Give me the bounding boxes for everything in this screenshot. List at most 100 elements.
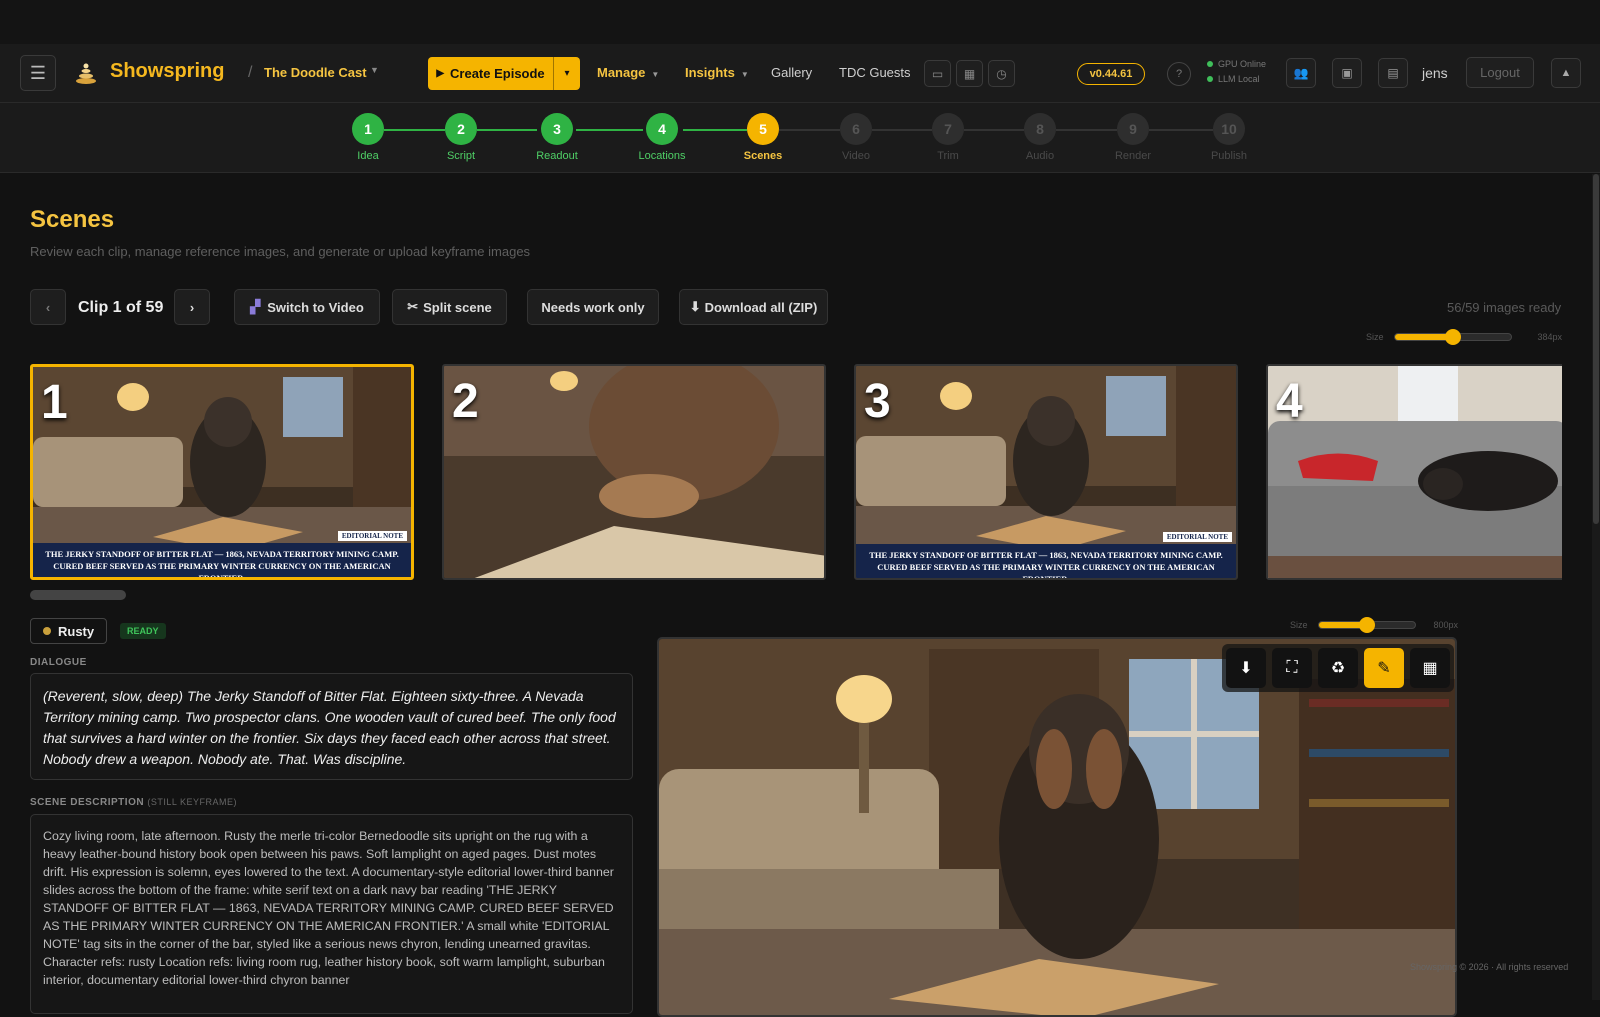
step-number: 9 [1117, 113, 1149, 145]
gallery-icon[interactable]: ▦ [1410, 648, 1450, 688]
footer-copyright: Showspring © 2026 · All rights reserved [1410, 962, 1569, 972]
step-trim[interactable]: 7 Trim [908, 113, 988, 162]
step-number: 7 [932, 113, 964, 145]
editorial-note-tag: EDITORIAL NOTE [337, 531, 407, 541]
step-locations[interactable]: 4 Locations [622, 113, 702, 162]
keyframe-image [659, 639, 1455, 1015]
top-strip [0, 0, 1600, 44]
status-dot [1207, 76, 1213, 82]
chyron-banner: THE JERKY STANDOFF OF BITTER FLAT — 1863… [33, 543, 411, 577]
step-readout[interactable]: 3 Readout [517, 113, 597, 162]
step-render[interactable]: 9 Render [1093, 113, 1173, 162]
slider-handle[interactable] [1358, 617, 1375, 633]
menu-button[interactable]: ☰ [20, 55, 56, 91]
edit-icon[interactable]: ✎ [1364, 648, 1404, 688]
step-video[interactable]: 6 Video [816, 113, 896, 162]
slider-track[interactable] [1393, 329, 1512, 345]
chyron-line: CURED BEEF SERVED AS THE PRIMARY WINTER … [877, 562, 1215, 580]
scene-description-field[interactable]: Cozy living room, late afternoon. Rusty … [30, 814, 633, 1014]
clip-thumbnail[interactable]: 2 [442, 364, 826, 580]
status-badge: READY [120, 623, 166, 639]
nav-manage[interactable]: Manage ▼ [597, 65, 659, 80]
nav-insights[interactable]: Insights ▼ [685, 65, 749, 80]
project-selector[interactable]: The Doodle Cast [264, 65, 367, 80]
nav-tdc-guests[interactable]: TDC Guests [839, 65, 911, 80]
create-episode-label: Create Episode [450, 66, 545, 81]
step-label: Locations [638, 150, 686, 162]
step-idea[interactable]: 1 Idea [328, 113, 408, 162]
logout-button[interactable]: Logout [1466, 57, 1534, 88]
create-episode-split-button: ▶ Create Episode ▾ [428, 57, 580, 90]
download-all-button[interactable]: ⬇ Download all (ZIP) [679, 289, 828, 325]
download-icon[interactable]: ⬇ [1226, 648, 1266, 688]
gpu-status-label: GPU Online [1218, 59, 1267, 69]
thumb-size-slider[interactable]: Size 384px [1366, 329, 1562, 345]
switch-to-video-button[interactable]: ▞ Switch to Video [234, 289, 380, 325]
step-script[interactable]: 2 Script [421, 113, 501, 162]
regenerate-icon[interactable]: ♻ [1318, 648, 1358, 688]
step-label: Render [1114, 150, 1152, 162]
create-options-button[interactable]: ▾ [554, 57, 580, 90]
size-value: 800px [1433, 620, 1459, 630]
breadcrumb-separator: / [248, 64, 253, 81]
fullscreen-icon[interactable]: ⛶ [1272, 648, 1312, 688]
step-label: Readout [536, 150, 578, 162]
step-publish[interactable]: 10 Publish [1189, 113, 1269, 162]
video-icon[interactable]: ▭ [924, 60, 951, 87]
dialogue-text[interactable]: (Reverent, slow, deep) The Jerky Standof… [30, 673, 633, 780]
character-color-dot [43, 627, 51, 635]
step-scenes[interactable]: 5 Scenes [723, 113, 803, 162]
page-subtitle: Review each clip, manage reference image… [30, 244, 531, 259]
preview-size-slider[interactable]: Size 800px [1290, 617, 1459, 633]
username[interactable]: jens [1422, 65, 1448, 81]
app-name[interactable]: Showspring [110, 60, 224, 83]
app-header: ☰ Showspring / The Doodle Cast ▼ ▶ Creat… [0, 44, 1600, 103]
dog-closeup-image [444, 366, 824, 578]
clip-thumbnail[interactable]: 3 EDITORIAL NOTE THE JERKY STANDOFF OF B… [854, 364, 1238, 580]
nav-gallery[interactable]: Gallery [771, 65, 812, 80]
slider-fill [1394, 334, 1453, 340]
chat-icon[interactable]: ▤ [1378, 58, 1408, 88]
prev-clip-button[interactable]: ‹ [30, 289, 66, 325]
hamburger-icon: ☰ [29, 62, 47, 83]
step-audio[interactable]: 8 Audio [1000, 113, 1080, 162]
clip-number: 2 [452, 375, 479, 428]
clip-counter: Clip 1 of 59 [78, 299, 164, 316]
step-label: Audio [1025, 150, 1055, 162]
clip-thumbnail[interactable]: 1 EDITORIAL NOTE THE JERKY STANDOFF OF B… [30, 364, 414, 580]
scrollbar-thumb[interactable] [1593, 174, 1599, 524]
version-badge[interactable]: v0.44.61 [1077, 63, 1145, 85]
clip-number: 1 [41, 376, 68, 429]
step-number: 1 [352, 113, 384, 145]
users-icon[interactable]: 👥 [1286, 58, 1316, 88]
split-scene-button[interactable]: ✂ Split scene [392, 289, 507, 325]
next-clip-button[interactable]: › [174, 289, 210, 325]
film-icon: ▞ [250, 299, 261, 314]
slider-handle[interactable] [1444, 329, 1461, 345]
clip-thumbnail-strip: 1 EDITORIAL NOTE THE JERKY STANDOFF OF B… [30, 364, 1562, 580]
thumbnail-scrollbar[interactable] [30, 590, 126, 600]
slider-track[interactable] [1317, 617, 1416, 633]
page-scrollbar[interactable] [1592, 174, 1600, 1000]
calendar-icon[interactable]: ▦ [956, 60, 983, 87]
monitor-icon[interactable]: ▣ [1332, 58, 1362, 88]
step-label: Video [842, 150, 870, 162]
step-number: 10 [1213, 113, 1245, 145]
chyron-line: THE JERKY STANDOFF OF BITTER FLAT — 1863… [45, 549, 399, 559]
keyframe-preview[interactable] [657, 637, 1457, 1017]
timer-icon[interactable]: ◷ [988, 60, 1015, 87]
switch-to-video-label: Switch to Video [267, 299, 364, 315]
editorial-note-tag: EDITORIAL NOTE [1162, 532, 1232, 542]
llm-status-label: LLM Local [1218, 74, 1260, 84]
logo-icon [76, 63, 96, 84]
main-content: Scenes Review each clip, manage referenc… [0, 174, 1600, 1017]
clip-thumbnail[interactable]: 4 [1266, 364, 1562, 580]
needs-work-filter-button[interactable]: Needs work only [527, 289, 659, 325]
arrow-up-icon[interactable]: ▲ [1551, 58, 1581, 88]
character-chip[interactable]: Rusty [30, 618, 108, 644]
chevron-down-icon[interactable]: ▼ [370, 65, 379, 75]
help-icon[interactable]: ? [1167, 62, 1191, 86]
create-episode-button[interactable]: ▶ Create Episode [428, 57, 554, 90]
split-scene-label: Split scene [423, 299, 492, 315]
scene-description-subtitle: (STILL KEYFRAME) [147, 797, 238, 807]
